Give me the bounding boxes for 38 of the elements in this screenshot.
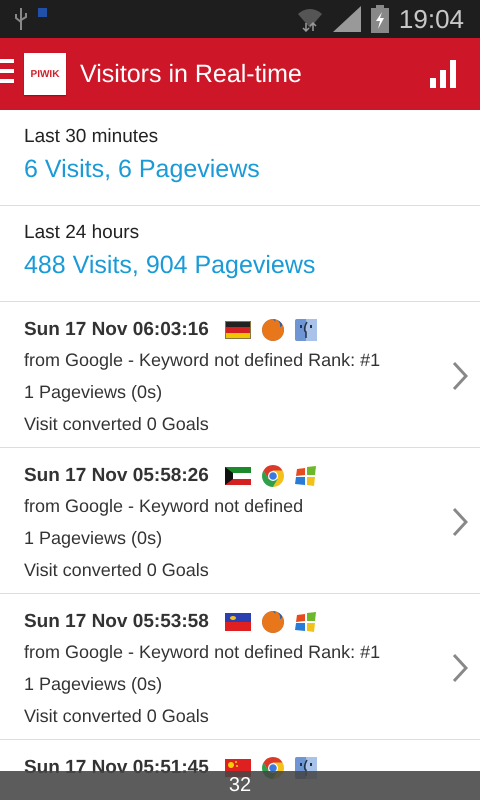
flag-icon — [224, 321, 251, 339]
visit-summary: 488 Visits, 904 Pageviews — [24, 251, 316, 280]
pageviews-text: 1 Pageviews (0s) — [24, 528, 162, 548]
goals-text: Visit converted 0 Goals — [24, 414, 209, 434]
firefox-icon — [260, 610, 285, 634]
visit-time: Sun 17 Nov 06:03:16 — [24, 319, 209, 341]
period-label: Last 24 hours — [24, 222, 140, 244]
finder-icon — [294, 319, 317, 341]
firefox-icon — [260, 318, 285, 342]
toast: 32 — [0, 771, 480, 800]
chevron-right-icon[interactable] — [452, 506, 468, 536]
period-label: Last 30 minutes — [24, 126, 158, 148]
visit-summary: 6 Visits, 6 Pageviews — [24, 155, 260, 184]
pageviews-text: 1 Pageviews (0s) — [24, 674, 162, 694]
chrome-icon — [260, 464, 285, 488]
signal-icon — [332, 6, 361, 32]
clock: 19:04 — [398, 4, 464, 34]
notification-icon — [38, 8, 47, 17]
referrer-text: from Google - Keyword not defined Rank: #1 — [24, 642, 380, 662]
flag-icon — [224, 467, 251, 485]
pageviews-text: 1 Pageviews (0s) — [24, 382, 162, 402]
chevron-right-icon[interactable] — [452, 360, 468, 390]
windows-icon — [294, 465, 317, 487]
flag-icon — [224, 613, 251, 631]
visit-time: Sun 17 Nov 05:53:58 — [24, 611, 209, 633]
visit-time: Sun 17 Nov 05:58:26 — [24, 465, 209, 487]
logo[interactable]: PIWIK — [24, 53, 66, 95]
bar-chart-icon[interactable] — [430, 60, 456, 88]
referrer-text: from Google - Keyword not defined — [24, 496, 304, 516]
chevron-right-icon[interactable] — [452, 652, 468, 682]
wifi-icon — [296, 6, 323, 32]
screen-title: Visitors in Real-time — [80, 60, 303, 88]
battery-icon — [370, 5, 389, 33]
goals-text: Visit converted 0 Goals — [24, 560, 209, 580]
windows-icon — [294, 611, 317, 633]
goals-text: Visit converted 0 Goals — [24, 706, 209, 726]
usb-icon — [14, 8, 28, 30]
referrer-text: from Google - Keyword not defined Rank: #1 — [24, 350, 380, 370]
